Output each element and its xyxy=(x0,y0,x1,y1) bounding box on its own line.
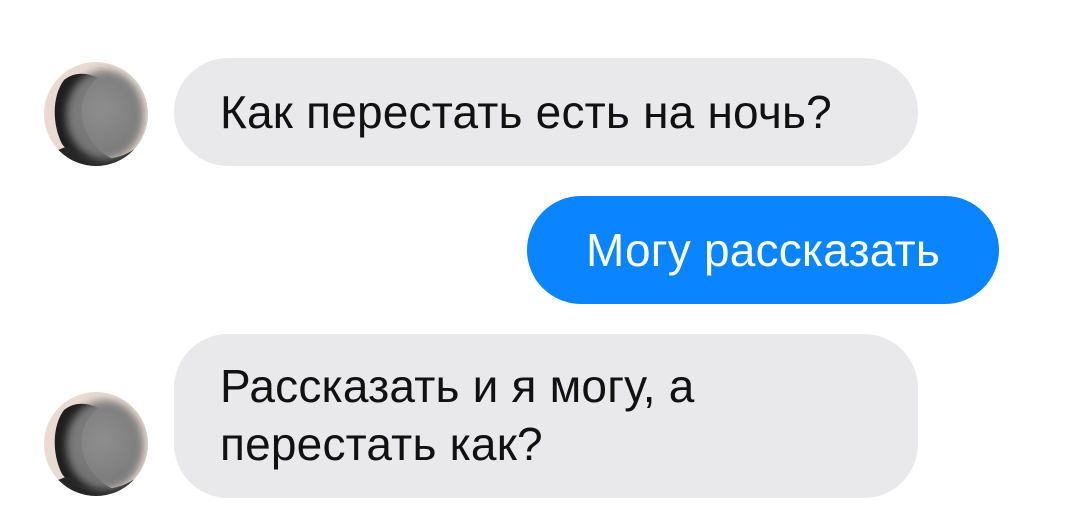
chat-thread: Как перестать есть на ночь? Могу рассказ… xyxy=(0,0,1080,510)
avatar[interactable] xyxy=(44,62,148,166)
message-bubble-incoming[interactable]: Как перестать есть на ночь? xyxy=(174,58,918,166)
avatar[interactable] xyxy=(44,392,148,496)
blurred-face xyxy=(66,70,144,160)
message-bubble-incoming[interactable]: Рассказать и я могу, а перестать как? xyxy=(174,334,918,498)
message-text: Рассказать и я могу, а перестать как? xyxy=(220,360,695,470)
blurred-face xyxy=(66,400,144,490)
message-text: Как перестать есть на ночь? xyxy=(220,86,832,138)
message-bubble-outgoing[interactable]: Могу рассказать xyxy=(527,196,999,304)
message-text: Могу рассказать xyxy=(585,224,941,276)
